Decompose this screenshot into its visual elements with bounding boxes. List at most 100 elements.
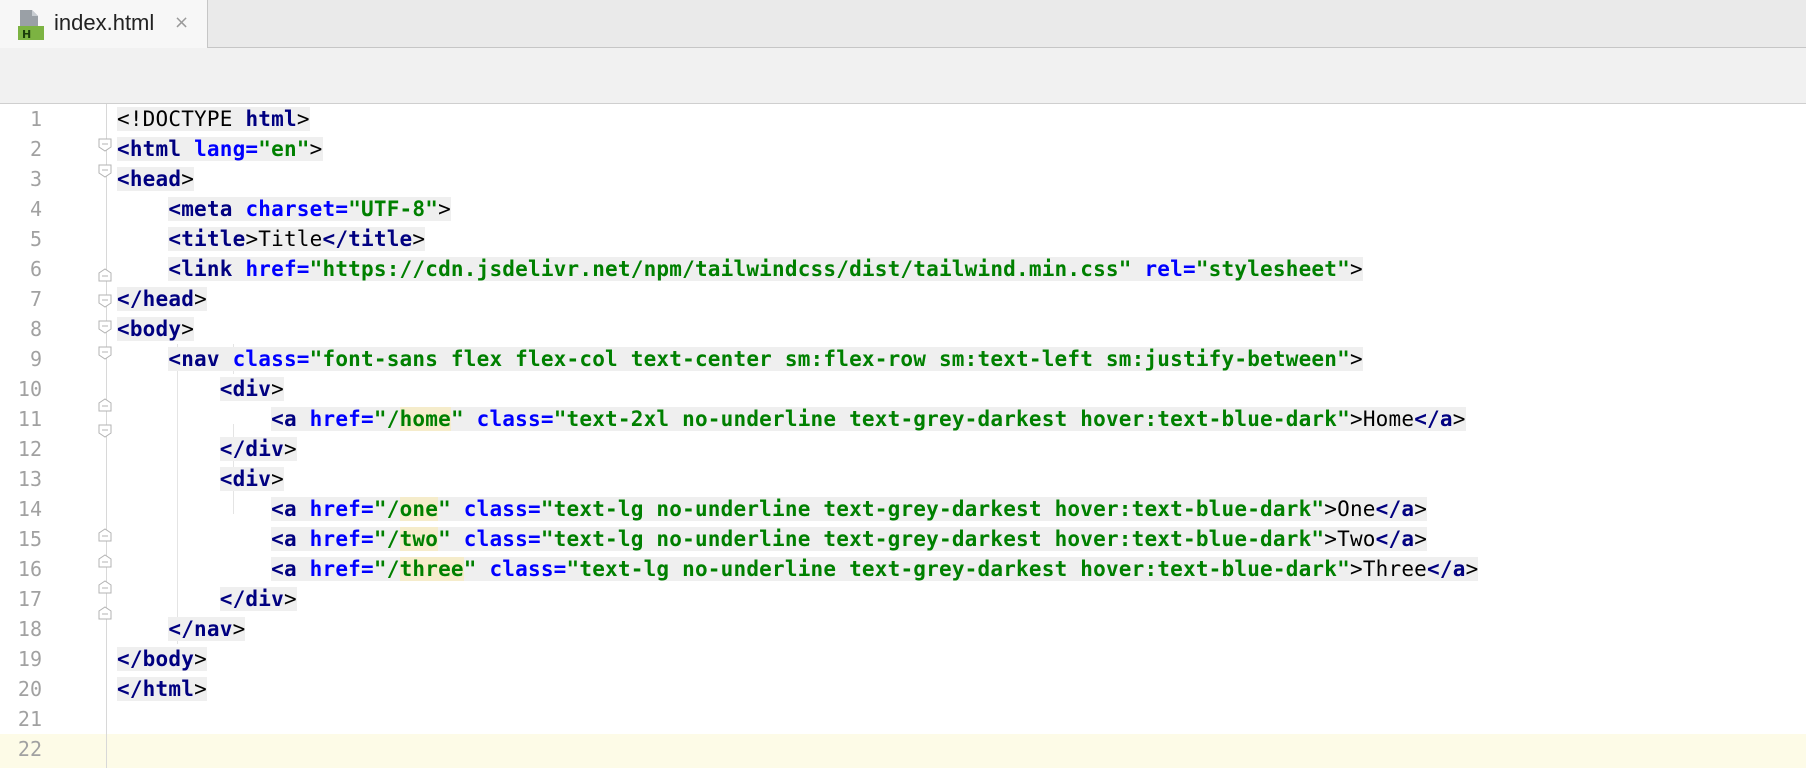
line-number: 1 <box>29 107 42 131</box>
code-token: </body <box>117 647 195 671</box>
tab-index-html[interactable]: H index.html × <box>0 0 208 48</box>
code-token: </html <box>117 677 195 701</box>
code-token: > <box>271 467 284 491</box>
fold-end-icon[interactable] <box>98 554 112 568</box>
line-number: 14 <box>17 497 42 521</box>
line-number: 3 <box>29 167 42 191</box>
line-number: 18 <box>17 617 42 641</box>
code-token: "stylesheet" <box>1195 257 1350 281</box>
code-token: "/ <box>373 557 400 581</box>
tab-close-icon[interactable]: × <box>174 12 189 33</box>
fold-marker-icon[interactable] <box>98 164 112 178</box>
code-token: one <box>399 497 439 521</box>
code-token: href= <box>309 497 374 521</box>
code-token: " <box>450 407 464 431</box>
code-token: <a <box>271 527 297 551</box>
code-token: > <box>1414 527 1428 551</box>
code-token: > <box>1324 497 1338 521</box>
line-number: 22 <box>17 737 42 761</box>
fold-marker-icon[interactable] <box>98 138 112 152</box>
code-token: > <box>181 167 195 191</box>
fold-marker-icon[interactable] <box>98 294 112 308</box>
fold-marker-icon[interactable] <box>98 424 112 438</box>
fold-marker-icon[interactable] <box>98 346 112 360</box>
editor-toolbar <box>0 48 1806 104</box>
code-token: "text-lg no-underline text-grey-darkest … <box>540 497 1325 521</box>
code-token: "en" <box>258 137 310 161</box>
code-token: > <box>271 377 284 401</box>
code-token: <body <box>117 317 182 341</box>
code-token: One <box>1337 497 1376 521</box>
code-token: "/ <box>373 527 400 551</box>
line-number: 2 <box>29 137 42 161</box>
code-line: <body> <box>117 314 1797 344</box>
code-token: class= <box>463 497 541 521</box>
code-line: <nav class="font-sans flex flex-col text… <box>117 344 1797 374</box>
code-token: class= <box>476 407 554 431</box>
code-area[interactable]: <!DOCTYPE html> <html lang="en"> <head> … <box>117 104 1797 764</box>
code-token: <!DOCTYPE <box>117 107 233 131</box>
code-token: </div <box>219 437 284 461</box>
code-token: rel= <box>1144 257 1196 281</box>
code-line: <div> <box>117 374 1797 404</box>
line-number: 8 <box>29 317 42 341</box>
line-number: 17 <box>17 587 42 611</box>
fold-end-icon[interactable] <box>98 580 112 594</box>
code-line: <a href="/two" class="text-lg no-underli… <box>117 524 1797 554</box>
code-token: " <box>463 557 477 581</box>
code-token: <html <box>117 137 182 161</box>
code-line: <div> <box>117 464 1797 494</box>
fold-end-icon[interactable] <box>98 528 112 542</box>
code-token: </a <box>1427 557 1466 581</box>
code-token: > <box>1349 407 1363 431</box>
line-number: 7 <box>29 287 42 311</box>
code-token: html <box>245 107 297 131</box>
tab-label: index.html <box>54 10 155 35</box>
code-token: > <box>181 317 195 341</box>
code-token: home <box>399 407 451 431</box>
code-token: > <box>245 227 259 251</box>
code-token: <title <box>168 227 246 251</box>
code-token: > <box>1465 557 1479 581</box>
code-token: " <box>438 527 451 551</box>
code-token: <a <box>271 557 297 581</box>
line-number-gutter: 1 2 3 4 5 6 7 8 9 10 11 12 13 14 15 16 1… <box>0 104 42 764</box>
code-token: "/ <box>373 497 400 521</box>
code-token: <meta <box>168 197 233 221</box>
code-line: </head> <box>117 284 1797 314</box>
code-line: <html lang="en"> <box>117 134 1797 164</box>
code-token: > <box>1324 527 1338 551</box>
code-token: > <box>309 137 323 161</box>
code-token: class= <box>463 527 541 551</box>
line-number: 16 <box>17 557 42 581</box>
code-token: </title <box>322 227 413 251</box>
code-line: <link href="https://cdn.jsdelivr.net/npm… <box>117 254 1797 284</box>
line-number: 13 <box>17 467 42 491</box>
line-number: 4 <box>29 197 42 221</box>
line-number: 12 <box>17 437 42 461</box>
code-line: </div> <box>117 584 1797 614</box>
code-token: > <box>194 647 207 671</box>
html-file-icon: H <box>18 10 44 40</box>
code-token: "text-2xl no-underline text-grey-darkest… <box>553 407 1350 431</box>
code-token: "text-lg no-underline text-grey-darkest … <box>566 557 1350 581</box>
fold-marker-icon[interactable] <box>98 320 112 334</box>
code-token: <link <box>168 257 233 281</box>
fold-end-icon[interactable] <box>98 268 112 282</box>
code-line: <!DOCTYPE html> <box>117 104 1797 134</box>
code-token: <nav <box>168 347 220 371</box>
code-token: > <box>283 437 297 461</box>
code-line: <head> <box>117 164 1797 194</box>
fold-end-icon[interactable] <box>98 606 112 620</box>
code-token: > <box>1349 347 1363 371</box>
code-token: charset= <box>245 197 349 221</box>
fold-end-icon[interactable] <box>98 398 112 412</box>
code-token: Title <box>258 227 323 251</box>
code-token: href= <box>309 527 374 551</box>
code-editor[interactable]: 1 2 3 4 5 6 7 8 9 10 11 12 13 14 15 16 1… <box>0 104 1806 768</box>
code-token: > <box>1452 407 1466 431</box>
code-token: > <box>194 287 207 311</box>
code-token: > <box>283 587 297 611</box>
line-number: 10 <box>17 377 42 401</box>
